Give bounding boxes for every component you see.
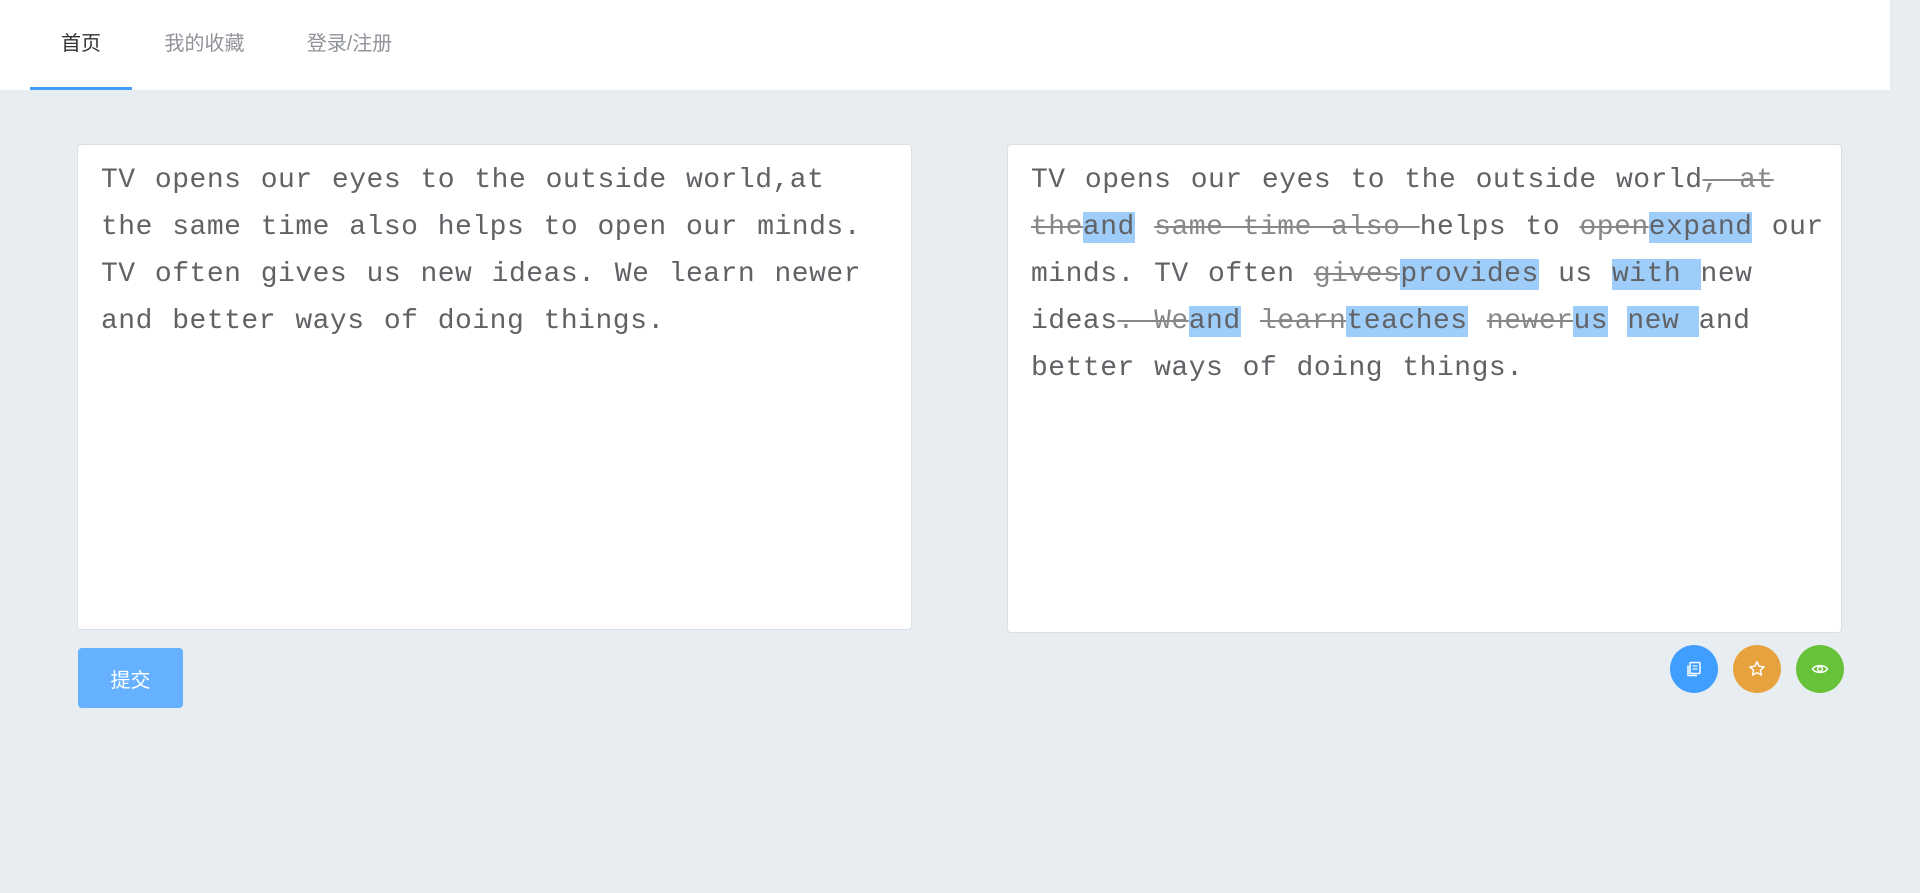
inserted-text: provides	[1400, 259, 1539, 290]
top-navigation-bar: 首页 我的收藏 登录/注册	[0, 0, 1890, 90]
unchanged-text	[1608, 306, 1627, 337]
inserted-text: expand	[1648, 212, 1753, 243]
corrected-text: TV opens our eyes to the outside world, …	[1031, 157, 1831, 392]
inserted-text: new	[1627, 306, 1699, 337]
submit-button[interactable]: 提交	[78, 648, 183, 708]
preview-button[interactable]	[1796, 645, 1844, 693]
copy-button[interactable]	[1670, 645, 1718, 693]
tab-home[interactable]: 首页	[30, 0, 132, 90]
deleted-text: open	[1579, 212, 1649, 243]
unchanged-text	[1241, 306, 1260, 337]
inserted-text: teaches	[1346, 306, 1468, 337]
unchanged-text	[1468, 306, 1487, 337]
corrected-text-panel: TV opens our eyes to the outside world, …	[1007, 144, 1842, 633]
deleted-text: . We	[1117, 306, 1189, 337]
eye-icon	[1811, 664, 1829, 674]
inserted-text: and	[1082, 212, 1135, 243]
source-text-editor[interactable]: TV opens our eyes to the outside world,a…	[77, 144, 912, 630]
deleted-text: same time also	[1154, 212, 1420, 243]
unchanged-text	[1135, 212, 1154, 243]
inserted-text: and	[1188, 306, 1241, 337]
unchanged-text: us	[1538, 259, 1612, 290]
tab-favorites[interactable]: 我的收藏	[132, 0, 277, 90]
star-icon	[1749, 661, 1765, 676]
nav-tabs: 首页 我的收藏 登录/注册	[30, 0, 422, 90]
deleted-text: gives	[1313, 259, 1401, 290]
copy-icon	[1687, 661, 1701, 677]
inserted-text: us	[1573, 306, 1609, 337]
deleted-text: newer	[1486, 306, 1574, 337]
tab-login-register[interactable]: 登录/注册	[277, 0, 422, 90]
favorite-button[interactable]	[1733, 645, 1781, 693]
deleted-text: learn	[1259, 306, 1347, 337]
unchanged-text: TV opens our eyes to the outside world	[1031, 165, 1703, 196]
unchanged-text: helps to	[1419, 212, 1580, 243]
inserted-text: with	[1612, 259, 1701, 290]
source-text[interactable]: TV opens our eyes to the outside world,a…	[101, 157, 891, 345]
